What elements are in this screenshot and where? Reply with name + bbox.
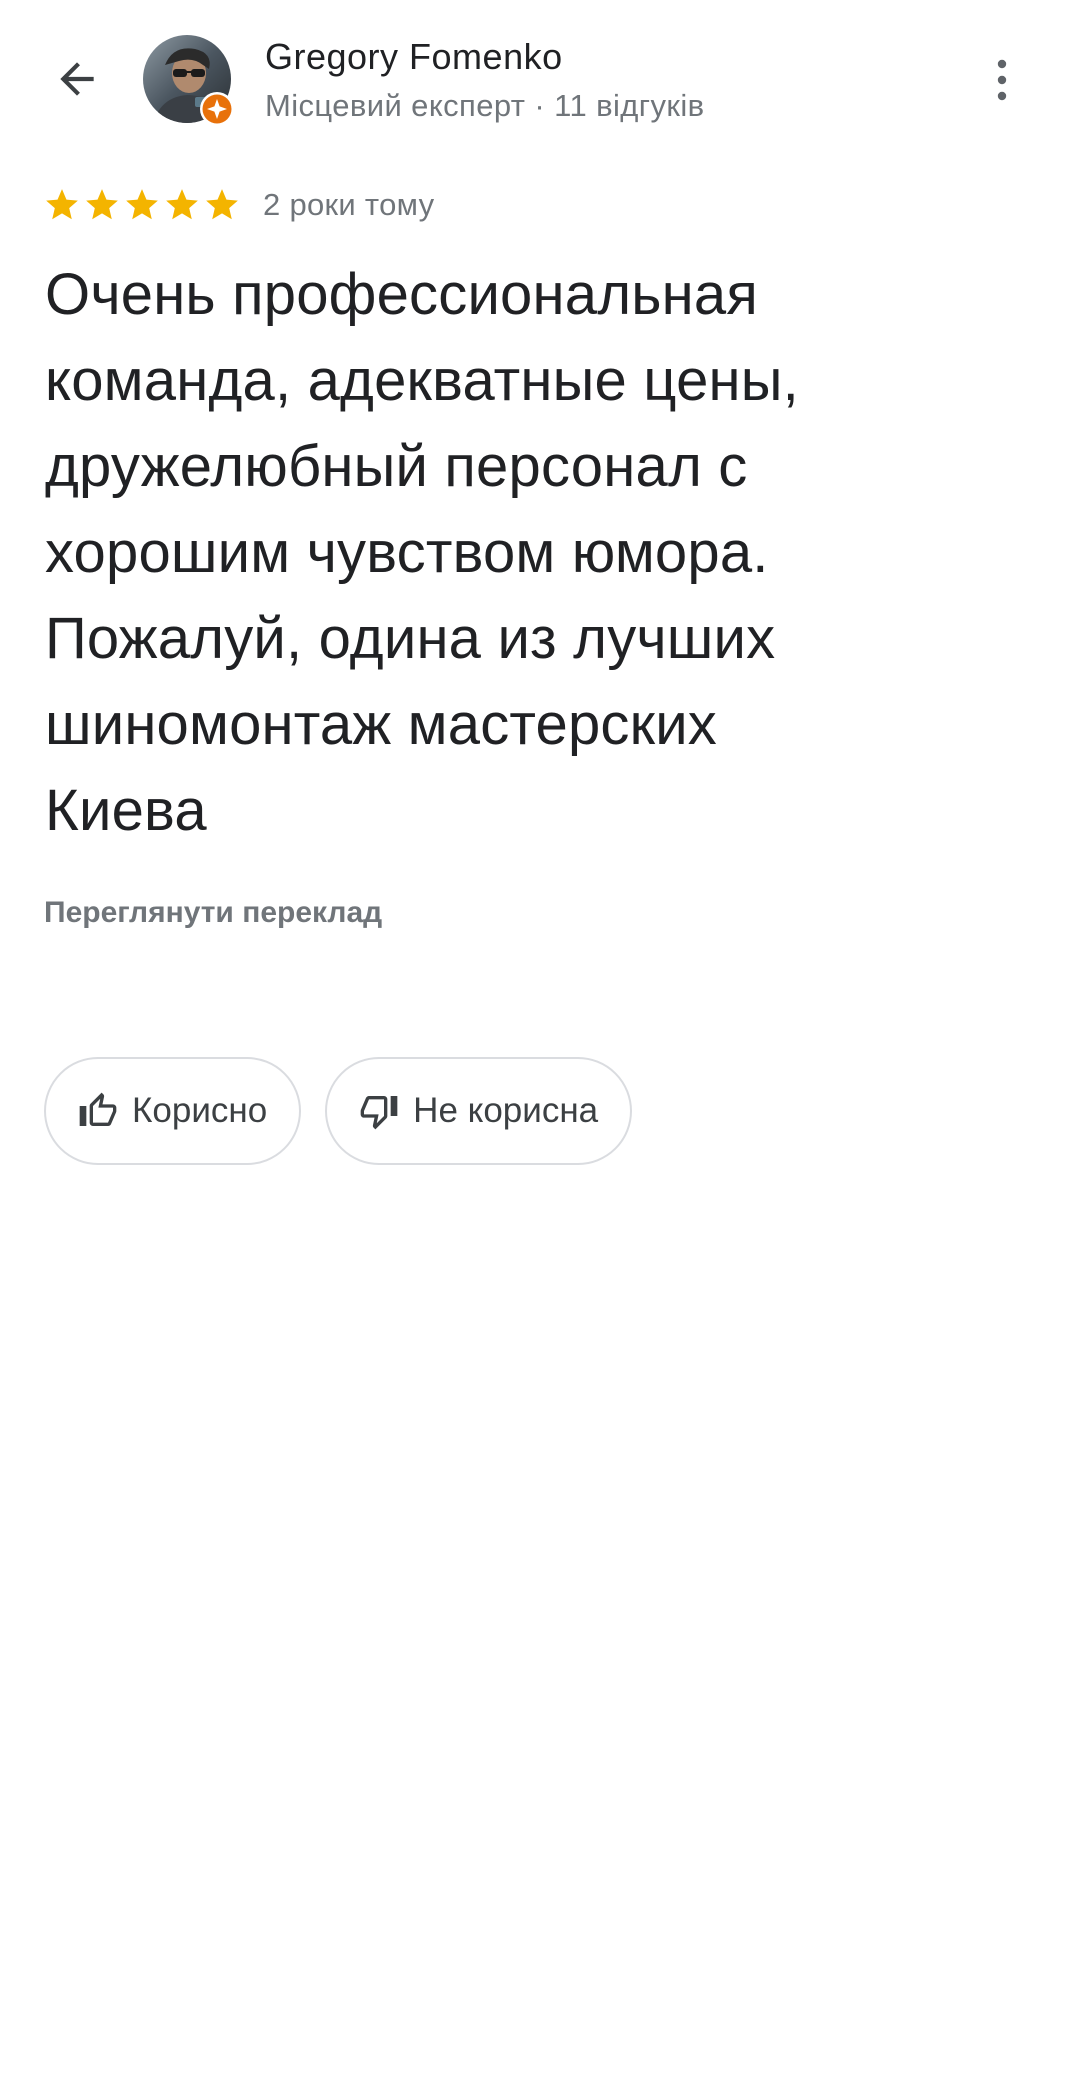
review-text: Очень профессиональная команда, адекватн…: [45, 252, 1035, 854]
local-guide-badge-icon: [200, 92, 234, 126]
thumb-up-icon: [79, 1092, 117, 1126]
author-name[interactable]: Gregory Fomenko: [265, 36, 563, 78]
star-icon: [126, 189, 158, 220]
review-text-line: шиномонтаж мастерских: [45, 692, 717, 757]
not-helpful-label: Не корисна: [413, 1091, 599, 1130]
star-rating: [43, 186, 241, 224]
back-button[interactable]: [44, 46, 110, 112]
review-text-line: Киева: [45, 778, 207, 843]
review-text-line: дружелюбный персонал с: [45, 434, 748, 499]
review-header: Gregory Fomenko Місцевий експерт · 11 ві…: [0, 0, 1080, 160]
not-helpful-button[interactable]: Не корисна: [325, 1057, 633, 1165]
see-translation-link[interactable]: Переглянути переклад: [44, 896, 382, 930]
review-text-line: Очень профессиональная: [45, 262, 758, 327]
author-meta: Місцевий експерт · 11 відгуків: [265, 88, 705, 123]
helpful-button[interactable]: Корисно: [44, 1057, 302, 1165]
review-text-line: хорошим чувством юмора.: [45, 520, 769, 585]
star-icon: [46, 189, 78, 220]
review-date: 2 роки тому: [263, 187, 435, 222]
more-vert-icon: [997, 59, 1007, 101]
star-icon: [166, 189, 198, 220]
helpful-label: Корисно: [132, 1091, 268, 1130]
star-icon: [86, 189, 118, 220]
avatar[interactable]: [143, 35, 234, 126]
star-icon: [206, 189, 238, 220]
feedback-row: Корисно Не корисна: [44, 1057, 633, 1165]
review-text-line: Пожалуй, одина из лучших: [45, 606, 776, 671]
more-options-button[interactable]: [980, 50, 1024, 110]
rating-row: 2 роки тому: [43, 184, 434, 226]
thumb-down-icon: [360, 1096, 398, 1130]
arrow-back-icon: [60, 62, 94, 96]
review-text-line: команда, адекватные цены,: [45, 348, 799, 413]
